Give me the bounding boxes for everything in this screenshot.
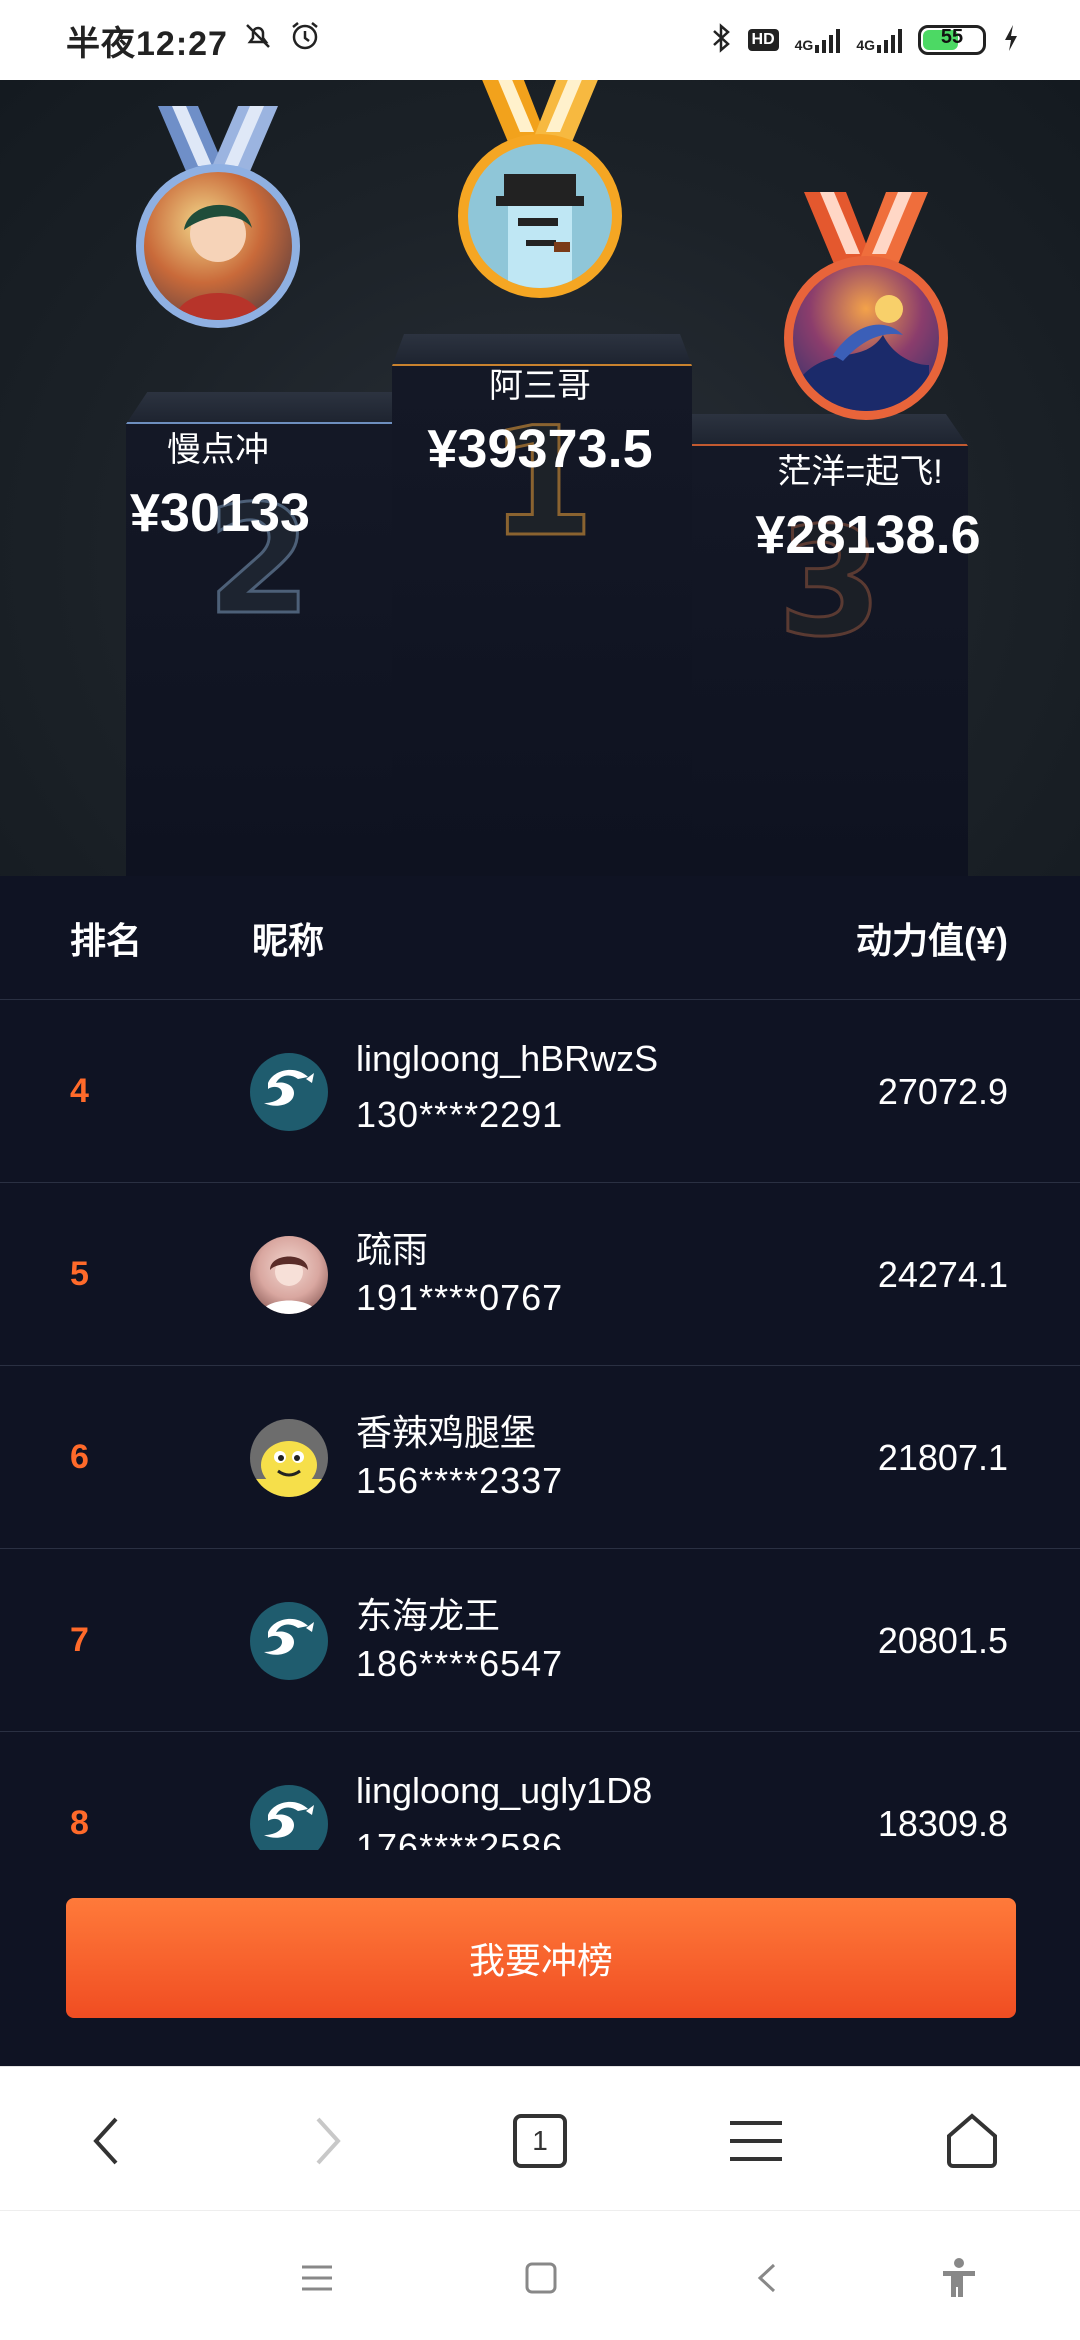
mute-icon	[242, 20, 274, 61]
bluetooth-icon	[710, 22, 732, 59]
row-name: 东海龙王	[356, 1595, 501, 1636]
name-third: 茫洋=起飞!	[777, 453, 943, 491]
recents-icon[interactable]	[290, 2251, 344, 2305]
row-phone: 176****2586	[356, 1826, 564, 1850]
medal-third	[776, 192, 956, 432]
row-rank: 4	[70, 1072, 89, 1110]
home-square-icon[interactable]	[514, 2251, 568, 2305]
lingloong-logo-icon	[250, 1053, 328, 1131]
row-rank: 5	[70, 1255, 89, 1293]
amount-second: ¥30133	[129, 483, 311, 543]
row-name: 疏雨	[356, 1229, 429, 1270]
alarm-icon	[288, 19, 322, 62]
amount-third: ¥28138.6	[755, 505, 981, 565]
ranking-table: 排名 昵称 动力值(¥) 4 lingloong_hBRwzS 130****2…	[0, 876, 1080, 2066]
header-nickname: 昵称	[252, 919, 325, 961]
row-rank: 6	[70, 1438, 89, 1476]
medal-second	[128, 106, 308, 346]
menu-icon[interactable]	[716, 2101, 796, 2181]
table-row[interactable]: 4 lingloong_hBRwzS 130****2291 27072.9	[0, 1000, 1080, 1183]
row-phone: 186****6547	[356, 1643, 564, 1684]
signal-icon: 4G	[795, 27, 841, 53]
ranking-list[interactable]: 4 lingloong_hBRwzS 130****2291 27072.9 5…	[0, 1000, 1080, 1850]
status-time: 半夜12:27	[66, 24, 228, 63]
row-value: 21807.1	[877, 1437, 1008, 1478]
row-value: 18309.8	[877, 1803, 1008, 1844]
cartoon-avatar	[250, 1419, 328, 1497]
row-name: 香辣鸡腿堡	[356, 1412, 537, 1453]
network-type-2: 4G	[856, 37, 875, 53]
forward-icon[interactable]	[288, 2101, 368, 2181]
status-bar: 半夜12:27 HD 4G 4G 55	[0, 0, 1080, 80]
row-phone: 191****0767	[356, 1277, 564, 1318]
row-phone: 156****2337	[356, 1460, 564, 1501]
name-second: 慢点冲	[167, 431, 269, 469]
tab-count: 1	[532, 2125, 548, 2156]
podium-section: 2 1 3 慢点冲 ¥30133 阿三哥 ¥39373.5 茫洋=起飞! ¥28…	[0, 80, 1080, 876]
system-navigation-bar	[0, 2210, 1080, 2340]
avatar-second	[136, 164, 300, 328]
table-header: 排名 昵称 动力值(¥)	[0, 876, 1080, 1000]
table-row[interactable]: 7 东海龙王 186****6547 20801.5	[0, 1549, 1080, 1732]
photo-avatar	[250, 1236, 328, 1314]
climb-ranking-button[interactable]: 我要冲榜	[66, 1898, 1016, 2018]
browser-toolbar: 1	[0, 2066, 1080, 2210]
row-value: 20801.5	[877, 1620, 1008, 1661]
table-row[interactable]: 8 lingloong_ugly1D8 176****2586 18309.8	[0, 1732, 1080, 1850]
hd-badge: HD	[747, 29, 779, 51]
medal-first	[450, 80, 630, 310]
name-first: 阿三哥	[489, 367, 591, 405]
avatar-third	[784, 256, 948, 420]
tabs-icon[interactable]: 1	[500, 2101, 580, 2181]
row-rank: 7	[70, 1621, 89, 1659]
row-name: lingloong_hBRwzS	[356, 1038, 659, 1079]
accessibility-icon[interactable]	[932, 2251, 986, 2305]
signal-icon-2: 4G	[856, 27, 902, 53]
battery-icon: 55	[918, 25, 986, 55]
battery-level: 55	[940, 26, 964, 48]
row-name: lingloong_ugly1D8	[356, 1770, 653, 1811]
back-triangle-icon[interactable]	[740, 2251, 794, 2305]
charging-icon	[1002, 23, 1020, 58]
row-rank: 8	[70, 1804, 89, 1842]
row-value: 24274.1	[877, 1254, 1008, 1295]
row-value: 27072.9	[877, 1071, 1008, 1112]
header-value: 动力值(¥)	[856, 919, 1008, 961]
table-row[interactable]: 5 疏雨 191****0767 24274.1	[0, 1183, 1080, 1366]
avatar-first	[458, 134, 622, 298]
lingloong-logo-icon	[250, 1602, 328, 1680]
network-type-1: 4G	[794, 37, 814, 53]
lingloong-logo-icon	[250, 1785, 328, 1850]
amount-first: ¥39373.5	[427, 419, 653, 479]
header-rank: 排名	[70, 919, 143, 961]
table-row[interactable]: 6 香辣鸡腿堡 156****2337 21807.1	[0, 1366, 1080, 1549]
back-icon[interactable]	[66, 2101, 146, 2181]
row-phone: 130****2291	[356, 1094, 564, 1135]
home-icon[interactable]	[932, 2101, 1012, 2181]
